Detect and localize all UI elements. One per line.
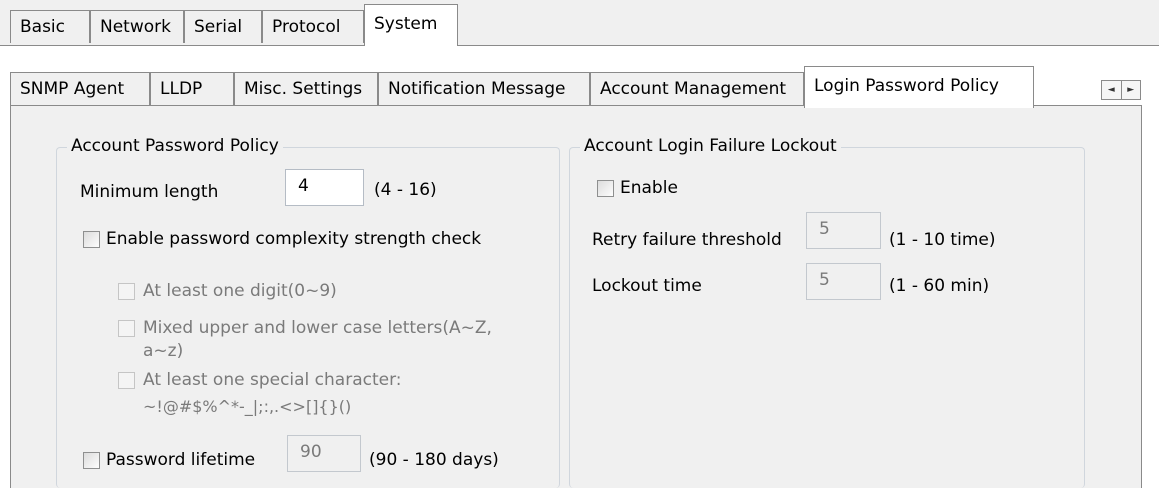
group-title: Account Login Failure Lockout xyxy=(580,136,841,156)
tab-account-management[interactable]: Account Management xyxy=(590,72,804,105)
scroll-right-icon[interactable]: ► xyxy=(1122,81,1141,99)
case-checkbox[interactable] xyxy=(118,320,135,337)
lockout-time-label: Lockout time xyxy=(592,276,702,296)
tab-lldp[interactable]: LLDP xyxy=(150,72,234,105)
password-lifetime-input[interactable]: 90 xyxy=(287,435,361,472)
tab-network[interactable]: Network xyxy=(90,10,184,43)
special-char-label: At least one special character: xyxy=(143,370,402,390)
tab-login-password-policy[interactable]: Login Password Policy xyxy=(804,66,1034,108)
retry-threshold-input[interactable]: 5 xyxy=(806,212,881,249)
special-char-checkbox[interactable] xyxy=(118,372,135,389)
minimum-length-input[interactable]: 4 xyxy=(285,169,364,206)
main-tab-bar: Basic Network Serial Protocol System xyxy=(0,0,1159,46)
case-label-continued: a~z) xyxy=(143,341,184,361)
retry-threshold-label: Retry failure threshold xyxy=(592,230,782,250)
digit-label: At least one digit(0~9) xyxy=(143,281,337,301)
tab-system[interactable]: System xyxy=(364,4,458,46)
special-char-list: ~!@#$%^*-_|;:,.<>[]{}() xyxy=(143,397,352,416)
minimum-length-range: (4 - 16) xyxy=(374,180,437,200)
scroll-left-icon[interactable]: ◄ xyxy=(1102,81,1122,99)
lockout-enable-checkbox[interactable] xyxy=(597,180,614,197)
tab-snmp-agent[interactable]: SNMP Agent xyxy=(10,72,150,105)
account-login-failure-lockout-group: Account Login Failure Lockout xyxy=(569,136,1085,488)
password-lifetime-range: (90 - 180 days) xyxy=(369,450,499,470)
tab-basic[interactable]: Basic xyxy=(10,10,90,43)
password-lifetime-checkbox[interactable] xyxy=(83,452,100,469)
tab-notification-message[interactable]: Notification Message xyxy=(378,72,590,105)
tab-protocol[interactable]: Protocol xyxy=(262,10,364,43)
tab-misc-settings[interactable]: Misc. Settings xyxy=(234,72,378,105)
retry-threshold-range: (1 - 10 time) xyxy=(889,230,996,250)
case-label: Mixed upper and lower case letters(A~Z, xyxy=(143,318,492,338)
lockout-enable-label: Enable xyxy=(620,178,678,198)
lockout-time-range: (1 - 60 min) xyxy=(889,276,990,296)
tab-scroll-buttons: ◄ ► xyxy=(1101,80,1141,100)
minimum-length-label: Minimum length xyxy=(80,182,219,202)
tab-serial[interactable]: Serial xyxy=(184,10,262,43)
digit-checkbox[interactable] xyxy=(118,283,135,300)
complexity-label: Enable password complexity strength chec… xyxy=(106,229,482,249)
complexity-checkbox[interactable] xyxy=(83,231,100,248)
lockout-time-input[interactable]: 5 xyxy=(806,263,881,300)
password-lifetime-label: Password lifetime xyxy=(106,450,256,470)
group-title: Account Password Policy xyxy=(67,136,283,156)
